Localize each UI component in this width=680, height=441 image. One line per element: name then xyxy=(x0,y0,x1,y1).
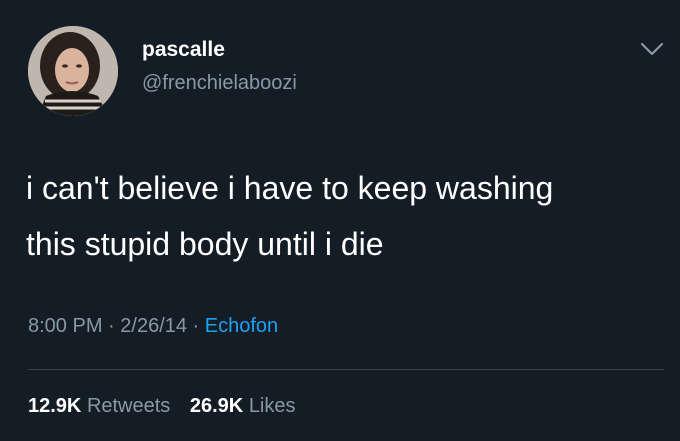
avatar[interactable] xyxy=(28,26,118,116)
retweets-label: Retweets xyxy=(86,395,171,417)
retweets-count: 12.9K xyxy=(28,395,82,417)
tweet-text: i can't believe i have to keep washing t… xyxy=(26,160,666,272)
likes-count: 26.9K xyxy=(189,395,244,417)
tweet-stats: 12.9K Retweets 26.9K Likes xyxy=(28,395,310,418)
user-handle[interactable]: @frenchielaboozi xyxy=(142,72,297,95)
chevron-down-icon[interactable] xyxy=(640,40,664,58)
avatar-image xyxy=(28,26,118,116)
tweet-source-link[interactable]: Echofon xyxy=(205,315,278,337)
tweet-date[interactable]: 2/26/14 xyxy=(120,315,187,337)
retweets-stat[interactable]: 12.9K Retweets xyxy=(28,395,170,417)
divider xyxy=(28,369,664,370)
display-name[interactable]: pascalle xyxy=(142,38,225,62)
meta-separator: · xyxy=(187,315,205,337)
tweet-text-line-2: this stupid body until i die xyxy=(26,226,384,262)
meta-separator: · xyxy=(102,315,121,337)
likes-label: Likes xyxy=(248,395,296,417)
tweet-meta: 8:00 PM · 2/26/14 · Echofon xyxy=(28,315,278,338)
tweet-text-line-1: i can't believe i have to keep washing xyxy=(26,170,554,206)
likes-stat[interactable]: 26.9K Likes xyxy=(190,395,296,417)
tweet-time[interactable]: 8:00 PM xyxy=(28,315,102,337)
tweet-card: pascalle @frenchielaboozi i can't believ… xyxy=(0,0,680,441)
